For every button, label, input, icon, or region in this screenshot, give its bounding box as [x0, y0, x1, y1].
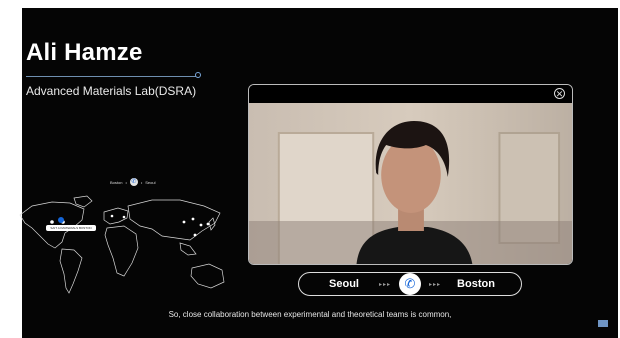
- call-destination: Boston: [457, 278, 495, 290]
- map-pin-label: SAIT AI MATERIALS BOSTON: [46, 225, 96, 231]
- map-pin: [182, 220, 186, 224]
- close-icon[interactable]: ✕: [554, 88, 565, 99]
- japan: [208, 217, 216, 231]
- call-origin: Seoul: [329, 278, 359, 290]
- map-pin: [206, 222, 210, 226]
- south-america: [59, 248, 83, 294]
- channel-logo: [598, 320, 608, 327]
- video-window[interactable]: ✕: [248, 84, 573, 265]
- map-pin: [50, 220, 54, 224]
- world-map: [19, 195, 225, 294]
- title-underline: [26, 76, 198, 77]
- call-button[interactable]: ✆: [399, 273, 421, 295]
- map-pin: [110, 214, 114, 218]
- greenland: [73, 195, 93, 208]
- map-pin: [193, 233, 197, 237]
- presenter-affiliation: Advanced Materials Lab(DSRA): [26, 84, 197, 98]
- africa: [104, 225, 139, 277]
- subtitle-caption: So, close collaboration between experime…: [168, 310, 452, 319]
- person-face: [381, 137, 441, 213]
- underline-dot: [195, 72, 201, 78]
- map-pin: [191, 217, 195, 221]
- map-pin: [122, 215, 126, 219]
- asia: [127, 199, 221, 241]
- boston-marker: [58, 217, 64, 223]
- map-pin: [199, 223, 203, 227]
- arrow-icon: ▸▸▸: [428, 281, 442, 288]
- call-bar: Seoul ▸▸▸ ✆ ▸▸▸ Boston: [298, 272, 522, 296]
- video-title-bar: [249, 85, 572, 103]
- australia: [190, 263, 225, 289]
- presenter-name: Ali Hamze: [26, 39, 143, 66]
- video-feed: [249, 103, 572, 264]
- phone-icon: ✆: [404, 276, 416, 291]
- arrow-icon: ▸▸▸: [378, 281, 392, 288]
- southeast-asia: [179, 242, 197, 256]
